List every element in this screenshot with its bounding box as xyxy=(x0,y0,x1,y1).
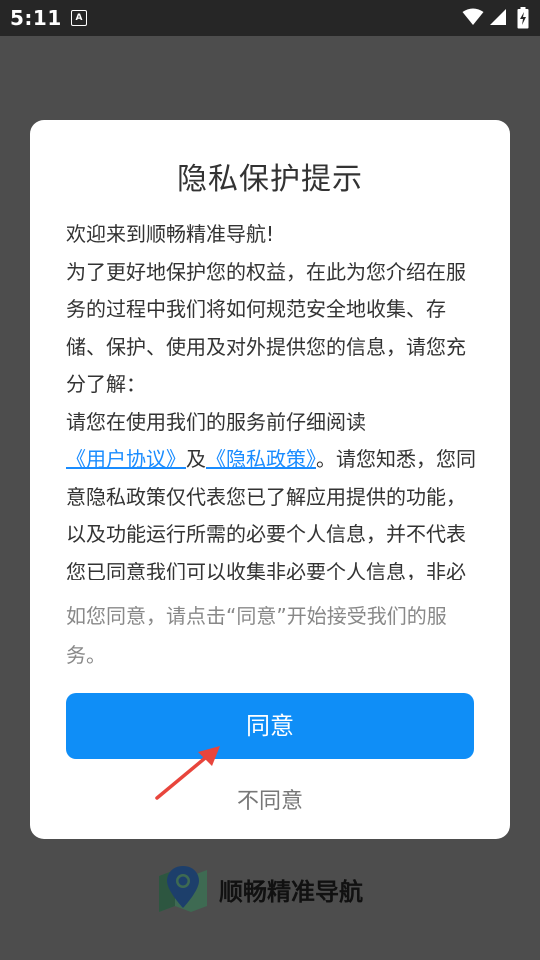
privacy-policy-link[interactable]: 《隐私政策》 xyxy=(206,447,316,471)
disagree-button[interactable]: 不同意 xyxy=(30,783,510,815)
battery-charging-icon xyxy=(517,7,529,29)
and-text: 及 xyxy=(186,447,206,471)
read-prefix-text: 请您在使用我们的服务前仔细阅读 xyxy=(66,409,366,434)
dialog-title: 隐私保护提示 xyxy=(177,162,363,197)
notification-icon: A xyxy=(71,10,87,26)
signal-icon xyxy=(490,9,506,25)
status-time: 5:11 xyxy=(10,6,62,30)
consent-notice: 如您同意，请点击“同意”开始接受我们的服务。 xyxy=(66,604,447,667)
map-pin-logo-icon xyxy=(159,866,207,912)
policy-paragraph: 请您在使用我们的服务前仔细阅读《用户协议》及《隐私政策》。请您知悉，您同意隐私政… xyxy=(66,404,478,581)
intro-text: 为了更好地保护您的权益，在此为您介绍在服务的过程中我们将如何规范安全地收集、存储… xyxy=(66,259,466,397)
privacy-content-scroll[interactable]: 欢迎来到顺畅精准导航! 为了更好地保护您的权益，在此为您介绍在服务的过程中我们将… xyxy=(66,216,478,580)
user-agreement-link[interactable]: 《用户协议》 xyxy=(66,447,186,471)
welcome-text: 欢迎来到顺畅精准导航! xyxy=(66,222,275,246)
app-name: 顺畅精准导航 xyxy=(219,878,363,906)
agree-button[interactable]: 同意 xyxy=(66,693,474,759)
privacy-dialog: 隐私保护提示 欢迎来到顺畅精准导航! 为了更好地保护您的权益，在此为您介绍在服务… xyxy=(30,120,510,839)
status-bar: 5:11 A xyxy=(0,0,540,36)
wifi-icon xyxy=(462,8,484,25)
annotation-arrow-icon xyxy=(155,746,220,800)
